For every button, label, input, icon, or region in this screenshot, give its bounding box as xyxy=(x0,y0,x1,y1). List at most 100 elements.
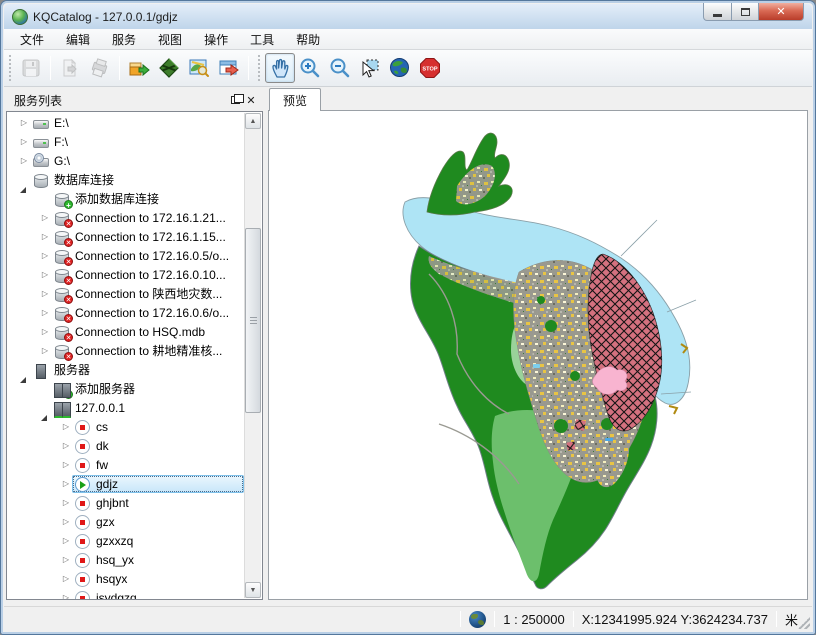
tab-preview[interactable]: 预览 xyxy=(269,88,321,111)
tree-item-hsqyx[interactable]: ▷hsqyx xyxy=(8,569,244,588)
service-tree[interactable]: ▷E:\▷F:\▷G:\数据库连接+添加数据库连接▷✕Connection to… xyxy=(6,111,263,600)
menu-view[interactable]: 视图 xyxy=(148,29,192,50)
scroll-down-arrow-icon[interactable]: ▼ xyxy=(245,582,261,598)
tree-item-gzxxzq[interactable]: ▷gzxxzq xyxy=(8,531,244,550)
close-button[interactable]: ✕ xyxy=(759,3,804,21)
pan-tool-button[interactable] xyxy=(265,53,295,83)
tree-item-jsydgzq[interactable]: ▷jsydgzq xyxy=(8,588,244,600)
toolbar-grip[interactable] xyxy=(7,55,13,81)
float-panel-button[interactable] xyxy=(227,92,243,108)
scrollbar-thumb[interactable] xyxy=(245,228,261,413)
toolbar-grip[interactable] xyxy=(256,55,262,81)
export-window-button[interactable] xyxy=(214,53,244,83)
tree-item-ghjbnt[interactable]: ▷ghjbnt xyxy=(8,493,244,512)
collapsed-arrow-icon[interactable]: ▷ xyxy=(39,284,51,303)
tree-item-e[interactable]: ▷E:\ xyxy=(8,113,244,132)
map-canvas[interactable] xyxy=(268,110,808,600)
collapsed-arrow-icon[interactable]: ▷ xyxy=(60,569,72,588)
map-preview xyxy=(399,124,699,599)
collapsed-arrow-icon[interactable]: ▷ xyxy=(60,512,72,531)
collapsed-arrow-icon[interactable]: ▷ xyxy=(39,303,51,322)
collapsed-arrow-icon[interactable]: ▷ xyxy=(60,436,72,455)
tree-item-connection-to-hsq-mdb[interactable]: ▷✕Connection to HSQ.mdb xyxy=(8,322,244,341)
tree-item-[interactable]: +添加服务器 xyxy=(8,379,244,398)
tree-item-connection-to[interactable]: ▷✕Connection to 耕地精准核... xyxy=(8,341,244,360)
tree-item-body: ✕Connection to HSQ.mdb xyxy=(51,323,244,341)
tree-item-g[interactable]: ▷G:\ xyxy=(8,151,244,170)
collapsed-arrow-icon[interactable]: ▷ xyxy=(39,265,51,284)
collapsed-arrow-icon[interactable]: ▷ xyxy=(39,227,51,246)
collapsed-arrow-icon[interactable]: ▷ xyxy=(60,417,72,436)
tree-indent xyxy=(8,521,60,522)
tree-item-label: gzx xyxy=(96,515,115,529)
tree-item-gzx[interactable]: ▷ gzx xyxy=(8,512,244,531)
dock-header[interactable]: 服务列表 ✕ xyxy=(6,89,263,111)
collapsed-arrow-icon[interactable]: ▷ xyxy=(60,588,72,600)
tree-item-[interactable]: 数据库连接 xyxy=(8,170,244,189)
tree-item-dk[interactable]: ▷dk xyxy=(8,436,244,455)
tree-item-connection-to-172-16-0-6-o[interactable]: ▷✕Connection to 172.16.0.6/o... xyxy=(8,303,244,322)
tree-item-fw[interactable]: ▷ fw xyxy=(8,455,244,474)
tree-item-body: fw xyxy=(72,456,244,474)
export-document-button[interactable] xyxy=(55,53,85,83)
tree-item-connection-to-172-16-1-21[interactable]: ▷✕Connection to 172.16.1.21... xyxy=(8,208,244,227)
close-panel-button[interactable]: ✕ xyxy=(243,92,259,108)
collapsed-arrow-icon[interactable]: ▷ xyxy=(60,531,72,550)
publish-service-button[interactable] xyxy=(124,53,154,83)
tree-item-[interactable]: +添加数据库连接 xyxy=(8,189,244,208)
collapsed-arrow-icon[interactable]: ▷ xyxy=(18,151,30,170)
collapsed-arrow-icon[interactable]: ▷ xyxy=(60,455,72,474)
tree-item-label: fw xyxy=(96,458,108,472)
tree-item-connection-to-172-16-0-10[interactable]: ▷✕Connection to 172.16.0.10... xyxy=(8,265,244,284)
database-error-icon: ✕ xyxy=(53,305,71,321)
tree-item-f[interactable]: ▷F:\ xyxy=(8,132,244,151)
collapsed-arrow-icon[interactable]: ▷ xyxy=(39,322,51,341)
collapsed-arrow-icon[interactable]: ▷ xyxy=(60,474,72,493)
tree-item-gdjz[interactable]: ▷gdjz xyxy=(8,474,244,493)
zoom-in-button[interactable] xyxy=(295,53,325,83)
float-icon xyxy=(231,96,240,104)
menu-edit[interactable]: 编辑 xyxy=(56,29,100,50)
collapsed-arrow-icon[interactable]: ▷ xyxy=(39,246,51,265)
database-error-icon: ✕ xyxy=(53,286,71,302)
tree-scrollbar[interactable]: ▲ ▼ xyxy=(244,113,261,598)
title-bar[interactable]: KQCatalog - 127.0.0.1/gdjz ✕ xyxy=(4,4,812,29)
pan-hand-icon xyxy=(268,56,292,80)
tree-item-127-0-0-1[interactable]: 127.0.0.1 xyxy=(8,398,244,417)
tree-item-connection-to-172-16-0-5-o[interactable]: ▷✕Connection to 172.16.0.5/o... xyxy=(8,246,244,265)
collapsed-arrow-icon[interactable]: ▷ xyxy=(18,132,30,151)
select-region-button[interactable] xyxy=(355,53,385,83)
collapsed-arrow-icon[interactable]: ▷ xyxy=(18,113,30,132)
minimize-button[interactable] xyxy=(703,3,732,21)
menu-tools[interactable]: 工具 xyxy=(240,29,284,50)
save-icon xyxy=(20,57,42,79)
tree-item-hsq_yx[interactable]: ▷hsq_yx xyxy=(8,550,244,569)
stop-button[interactable]: STOP xyxy=(415,53,445,83)
menu-help[interactable]: 帮助 xyxy=(286,29,330,50)
tree-item-[interactable]: 服务器 xyxy=(8,360,244,379)
preview-map-button[interactable] xyxy=(184,53,214,83)
menu-file[interactable]: 文件 xyxy=(10,29,54,50)
collapsed-arrow-icon[interactable]: ▷ xyxy=(60,550,72,569)
zoom-out-button[interactable] xyxy=(325,53,355,83)
collapsed-arrow-icon[interactable]: ▷ xyxy=(39,341,51,360)
collapsed-arrow-icon[interactable]: ▷ xyxy=(60,493,72,512)
tree-indent xyxy=(8,293,39,294)
menu-service[interactable]: 服务 xyxy=(102,29,146,50)
tree-item-connection-to-172-16-1-15[interactable]: ▷✕Connection to 172.16.1.15... xyxy=(8,227,244,246)
tree-item-connection-to[interactable]: ▷✕Connection to 陕西地灾数... xyxy=(8,284,244,303)
database-error-icon: ✕ xyxy=(53,229,71,245)
database-error-icon: ✕ xyxy=(53,248,71,264)
scroll-up-arrow-icon[interactable]: ▲ xyxy=(245,113,261,129)
save-button[interactable] xyxy=(16,53,46,83)
menu-operate[interactable]: 操作 xyxy=(194,29,238,50)
database-icon xyxy=(32,172,50,188)
print-button[interactable] xyxy=(85,53,115,83)
resize-grip[interactable] xyxy=(798,617,810,629)
maximize-button[interactable] xyxy=(732,3,759,21)
menu-bar: 文件 编辑 服务 视图 操作 工具 帮助 xyxy=(4,29,812,50)
full-extent-button[interactable] xyxy=(385,53,415,83)
collapsed-arrow-icon[interactable]: ▷ xyxy=(39,208,51,227)
database-error-icon: ✕ xyxy=(53,324,71,340)
map-package-button[interactable] xyxy=(154,53,184,83)
